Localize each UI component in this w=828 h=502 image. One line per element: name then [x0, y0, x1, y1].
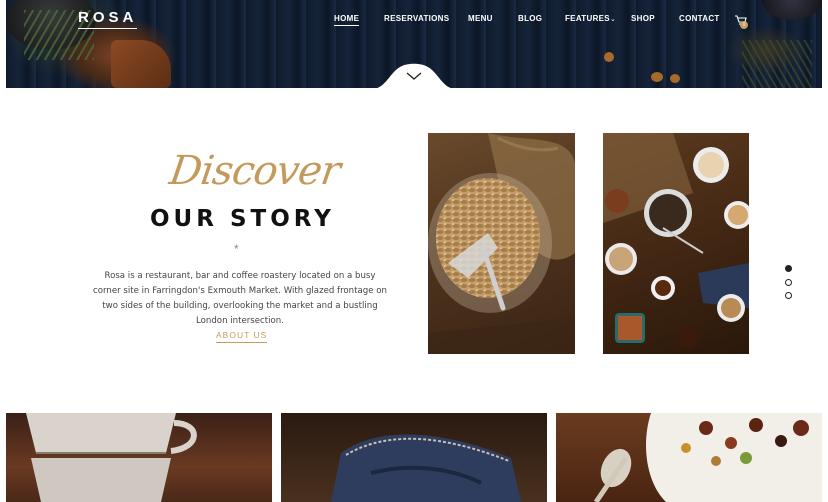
nav-menu[interactable]: MENU — [468, 14, 493, 23]
nav-home[interactable]: HOME — [334, 14, 360, 26]
nav-features[interactable]: FEATURES — [565, 14, 610, 23]
slider-dot-1[interactable] — [785, 265, 792, 272]
story-title: OUR STORY — [150, 206, 335, 232]
oats-jar-photo — [428, 133, 575, 354]
slider-dot-3[interactable] — [785, 292, 792, 299]
denim-cloth-photo — [281, 413, 547, 502]
nav-blog[interactable]: BLOG — [518, 14, 542, 23]
about-us-link[interactable]: ABOUT US — [216, 330, 268, 343]
breakfast-table-photo — [603, 133, 749, 354]
story-divider: * — [234, 242, 239, 256]
yogurt-bowl-photo — [556, 413, 822, 502]
story-script-title: Discover — [166, 148, 343, 194]
hazelnut-image — [670, 74, 680, 83]
main-nav: HOME RESERVATIONS MENU BLOG FEATURES SHO… — [0, 14, 828, 28]
hazelnut-image — [604, 52, 614, 62]
story-text: Rosa is a restaurant, bar and coffee roa… — [93, 271, 387, 326]
slider-dot-2[interactable] — [785, 279, 792, 286]
nav-shop[interactable]: SHOP — [631, 14, 655, 23]
nav-reservations[interactable]: RESERVATIONS — [384, 14, 449, 23]
hazelnut-image — [651, 72, 663, 82]
wooden-spoon-image — [111, 40, 171, 88]
cups-photo — [6, 413, 272, 502]
scroll-down-notch[interactable] — [372, 63, 456, 89]
cart-count-badge: 0 — [740, 21, 748, 29]
nav-contact[interactable]: CONTACT — [679, 14, 720, 23]
pine-branch-image — [742, 40, 812, 88]
features-chevron-icon[interactable]: ⌄ — [610, 15, 616, 23]
